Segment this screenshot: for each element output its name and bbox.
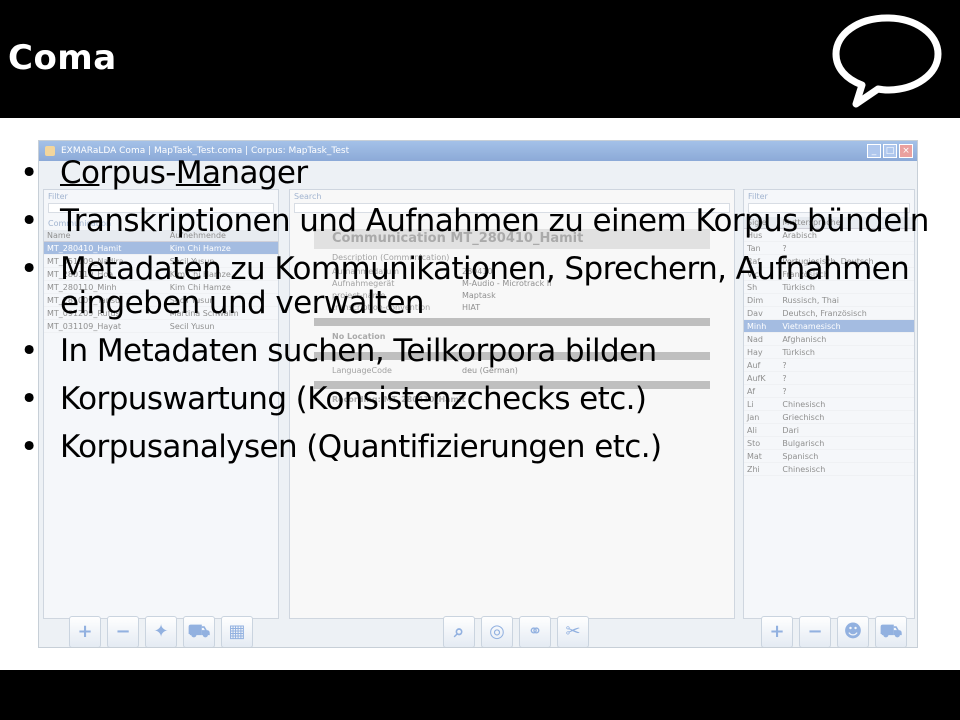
plus-icon[interactable]: + <box>761 616 793 647</box>
slide-bottom-bar <box>0 670 960 720</box>
slide-title-bar: Coma <box>0 0 960 118</box>
link-icon[interactable]: ⚭ <box>519 616 551 647</box>
bullet-item: Corpus-Manager <box>20 156 955 190</box>
plus-icon[interactable]: + <box>69 616 101 647</box>
bullet-list: Corpus-Manager Transkriptionen und Aufnah… <box>20 156 955 478</box>
bullet-text: Korpuswartung (Konsistenzchecks etc.) <box>60 381 647 417</box>
bullet-item: In Metadaten suchen, Teilkorpora bilden <box>20 334 955 368</box>
bullet-item: Transkriptionen und Aufnahmen zu einem K… <box>20 204 955 238</box>
minus-icon[interactable]: − <box>107 616 139 647</box>
bullet-text: Metadaten zu Kommunikationen, Sprechern,… <box>60 251 910 321</box>
bullet-text: rpus- <box>99 155 176 191</box>
basket-icon[interactable]: ⛟ <box>875 616 907 647</box>
speech-bubble-icon <box>832 14 942 108</box>
bullet-item: Korpusanalysen (Quantifizierungen etc.) <box>20 430 955 464</box>
bullet-text: In Metadaten suchen, Teilkorpora bilden <box>60 333 657 369</box>
detail-toolbar: ⌕ ◎ ⚭ ✂ <box>443 611 589 647</box>
lifebuoy-icon[interactable]: ◎ <box>481 616 513 647</box>
bullet-item: Korpuswartung (Konsistenzchecks etc.) <box>20 382 955 416</box>
bullet-text: Korpusanalysen (Quantifizierungen etc.) <box>60 429 662 465</box>
people-icon[interactable]: ☻ <box>837 616 869 647</box>
underlined-acronym: Co <box>60 155 100 191</box>
speaker-toolbar: + − ☻ ⛟ <box>761 611 907 647</box>
minus-icon[interactable]: − <box>799 616 831 647</box>
unlink-icon[interactable]: ✂ <box>557 616 589 647</box>
communication-toolbar: + − ✦ ⛟ ▦ <box>69 611 253 647</box>
bullet-item: Metadaten zu Kommunikationen, Sprechern,… <box>20 252 955 320</box>
bullet-text: nager <box>220 155 308 191</box>
bullet-text: Transkriptionen und Aufnahmen zu einem K… <box>60 203 929 239</box>
search-icon[interactable]: ⌕ <box>443 616 475 647</box>
calculator-icon[interactable]: ▦ <box>221 616 253 647</box>
basket-icon[interactable]: ⛟ <box>183 616 215 647</box>
wand-icon[interactable]: ✦ <box>145 616 177 647</box>
slide-title: Coma <box>8 38 117 78</box>
app-icon <box>45 146 55 156</box>
underlined-acronym: Ma <box>175 155 221 191</box>
